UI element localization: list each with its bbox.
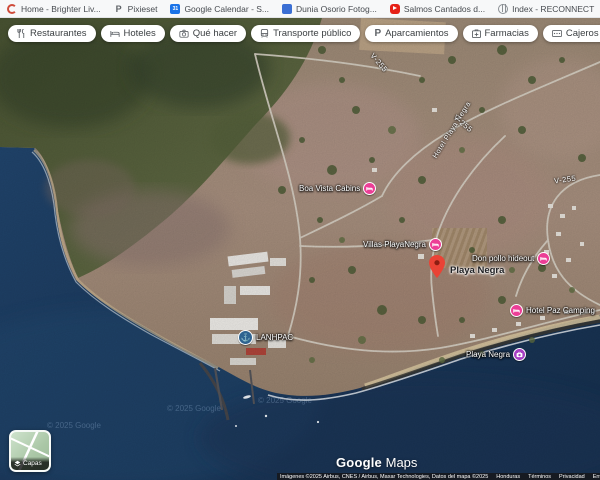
chip-hoteles[interactable]: Hoteles xyxy=(101,25,165,42)
lodging-icon xyxy=(363,182,376,195)
bookmark-google-calendar[interactable]: 31 Google Calendar - S... xyxy=(170,4,269,14)
google-watermark: © 2025 Google xyxy=(47,421,101,430)
poi-playa-negra-attraction[interactable]: Playa Negra xyxy=(466,348,526,361)
chip-farmacias[interactable]: Farmacias xyxy=(463,25,538,42)
bookmark-label: Index - RECONNECT xyxy=(512,4,594,14)
poi-label: LANHPAC xyxy=(256,333,293,342)
feedback-link[interactable]: Enviar comentarios xyxy=(593,474,600,480)
poi-label: Villas PlayaNegra xyxy=(363,240,426,249)
google-watermark: © 2025 Google xyxy=(258,396,312,405)
youtube-favicon xyxy=(390,4,400,14)
chip-label: Farmacias xyxy=(485,28,529,39)
attribution-bar: Imágenes ©2025 Airbus, CNES / Airbus, Ma… xyxy=(277,473,600,480)
satellite-imagery xyxy=(0,18,600,480)
bookmark-salmos[interactable]: Salmos Cantados d... xyxy=(390,4,485,14)
bookmark-label: Pixieset xyxy=(128,4,158,14)
logo-google: Google xyxy=(336,455,382,470)
photography-favicon xyxy=(282,4,292,14)
bookmarks-bar: Home - Brighter Liv... P Pixieset 31 Goo… xyxy=(0,0,600,18)
poi-villas-playa-negra[interactable]: Villas PlayaNegra xyxy=(363,238,442,251)
privacy-link[interactable]: Privacidad xyxy=(559,474,585,480)
attraction-camera-icon xyxy=(513,348,526,361)
chip-que-hacer[interactable]: Qué hacer xyxy=(170,25,246,42)
google-maps-logo[interactable]: Google Maps xyxy=(336,455,417,470)
bookmark-reconnect[interactable]: Index - RECONNECT xyxy=(498,4,594,14)
poi-don-pollo-hideout[interactable]: Don pollo hideout xyxy=(472,252,550,265)
lodging-icon xyxy=(429,238,442,251)
logo-maps: Maps xyxy=(386,455,418,470)
hotel-icon xyxy=(110,29,120,38)
google-calendar-favicon: 31 xyxy=(170,4,180,14)
poi-port[interactable]: ⚓ LANHPAC xyxy=(238,330,293,345)
poi-label: Don pollo hideout xyxy=(472,254,534,263)
searched-place-label[interactable]: Playa Negra xyxy=(450,265,504,276)
anchor-icon: ⚓ xyxy=(238,330,253,345)
chip-transporte-publico[interactable]: Transporte público xyxy=(251,25,360,42)
layers-control[interactable]: Capas xyxy=(9,430,51,472)
poi-hotel-paz-camping[interactable]: Hotel Paz Camping xyxy=(510,304,595,317)
poi-label: Playa Negra xyxy=(450,265,504,276)
bookmark-label: Dunia Osorio Fotog... xyxy=(296,4,377,14)
poi-label: Boa Vista Cabins xyxy=(299,184,360,193)
camera-icon xyxy=(179,29,189,38)
bookmark-label: Google Calendar - S... xyxy=(184,4,269,14)
chip-label: Transporte público xyxy=(273,28,351,39)
transit-icon xyxy=(260,29,269,38)
lodging-icon xyxy=(510,304,523,317)
pharmacy-icon xyxy=(472,29,481,38)
lodging-icon xyxy=(537,252,550,265)
bookmark-dunia-osorio[interactable]: Dunia Osorio Fotog... xyxy=(282,4,377,14)
chip-label: Cajeros automáticos xyxy=(566,28,600,39)
bookmark-label: Salmos Cantados d... xyxy=(404,4,485,14)
atm-icon xyxy=(552,29,562,38)
chip-cajeros[interactable]: Cajeros automáticos xyxy=(543,25,600,42)
layers-icon xyxy=(14,460,21,467)
chip-label: Qué hacer xyxy=(193,28,237,39)
restaurant-icon xyxy=(17,29,26,38)
bookmark-pixieset[interactable]: P Pixieset xyxy=(114,4,158,14)
chip-restaurantes[interactable]: Restaurantes xyxy=(8,25,96,42)
chip-aparcamientos[interactable]: P Aparcamientos xyxy=(365,25,457,42)
poi-label: Hotel Paz Camping xyxy=(526,306,595,315)
chip-label: Restaurantes xyxy=(30,28,87,39)
pixieset-favicon: P xyxy=(114,4,124,14)
satellite-map-canvas[interactable]: Restaurantes Hoteles Qué hacer Transport… xyxy=(0,18,600,480)
globe-favicon xyxy=(498,4,508,14)
poi-boa-vista-cabins[interactable]: Boa Vista Cabins xyxy=(299,182,376,195)
parking-icon: P xyxy=(374,28,381,39)
category-chip-row: Restaurantes Hoteles Qué hacer Transport… xyxy=(8,25,600,42)
layers-label: Capas xyxy=(23,460,42,467)
bookmark-label: Home - Brighter Liv... xyxy=(21,4,101,14)
chip-label: Aparcamientos xyxy=(385,28,448,39)
attribution-country-link[interactable]: Honduras xyxy=(496,474,520,480)
imagery-credit: Imágenes ©2025 Airbus, CNES / Airbus, Ma… xyxy=(280,474,488,480)
terms-link[interactable]: Términos xyxy=(528,474,551,480)
poi-label: Playa Negra xyxy=(466,350,510,359)
bookmark-home[interactable]: Home - Brighter Liv... xyxy=(7,4,101,14)
home-favicon xyxy=(7,4,17,14)
chip-label: Hoteles xyxy=(124,28,156,39)
search-result-pin[interactable] xyxy=(429,255,445,283)
google-watermark: © 2025 Google xyxy=(167,404,221,413)
